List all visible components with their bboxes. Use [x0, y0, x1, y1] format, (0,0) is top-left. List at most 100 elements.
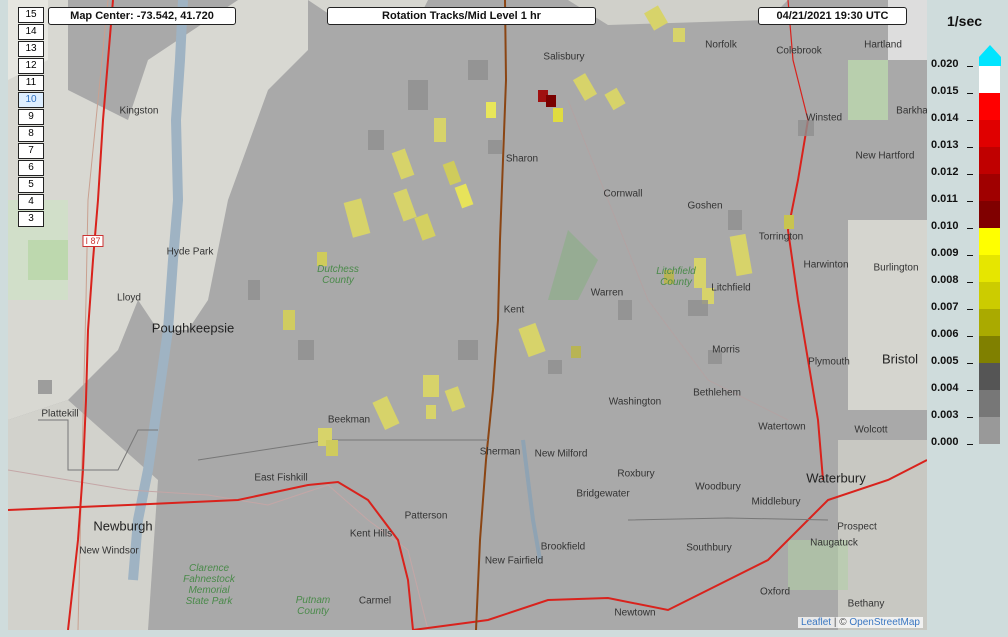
zoom-level-15[interactable]: 15: [18, 7, 44, 23]
legend-value-label: 0.015: [931, 85, 959, 97]
legend-tick: [967, 363, 973, 364]
leaflet-link[interactable]: Leaflet: [801, 617, 831, 628]
place-label: Norfolk: [705, 39, 737, 51]
legend-tick: [967, 228, 973, 229]
legend-swatch: [979, 66, 1000, 93]
zoom-level-5[interactable]: 5: [18, 177, 44, 193]
zoom-level-3[interactable]: 3: [18, 211, 44, 227]
legend-value-label: 0.003: [931, 409, 959, 421]
place-label: Burlington: [873, 262, 919, 274]
place-label: Sherman: [479, 446, 521, 458]
legend-tick: [967, 66, 973, 67]
place-label: Poughkeepsie: [151, 320, 235, 336]
place-label: Kingston: [119, 105, 159, 117]
place-label: New Fairfield: [484, 555, 544, 567]
place-label: Clarence Fahnestock Memorial State Park: [183, 563, 235, 607]
place-label: Bethlehem: [693, 387, 741, 399]
legend-swatch: [979, 309, 1000, 336]
place-label: Woodbury: [695, 481, 741, 493]
basemap: [8, 0, 927, 630]
datetime-label: 04/21/2021 19:30 UTC: [758, 7, 907, 25]
zoom-level-11[interactable]: 11: [18, 75, 44, 91]
place-label: Torrington: [758, 231, 804, 243]
place-label: Lloyd: [117, 292, 141, 304]
legend-value-label: 0.020: [931, 58, 959, 70]
legend-tick: [967, 417, 973, 418]
place-label: Middlebury: [751, 496, 801, 508]
place-label: Kent: [503, 304, 525, 316]
place-label: Warren: [590, 287, 624, 299]
legend-value-label: 0.008: [931, 274, 959, 286]
legend-tick: [967, 147, 973, 148]
map-center-label: Map Center: -73.542, 41.720: [48, 7, 236, 25]
zoom-level-10[interactable]: 10: [18, 92, 44, 108]
zoom-level-8[interactable]: 8: [18, 126, 44, 142]
legend-value-label: 0.005: [931, 355, 959, 367]
place-label: Plymouth: [808, 356, 850, 368]
place-label: Beekman: [327, 414, 371, 426]
legend-tick: [967, 174, 973, 175]
zoom-level-13[interactable]: 13: [18, 41, 44, 57]
place-label: Newtown: [614, 607, 656, 619]
legend-value-label: 0.009: [931, 247, 959, 259]
place-label: Bethany: [847, 598, 885, 610]
place-label: Colebrook: [776, 45, 822, 57]
place-label: Putnam County: [295, 595, 331, 617]
attribution: Leaflet | © OpenStreetMap: [798, 617, 923, 628]
legend-tick: [967, 201, 973, 202]
place-label: Kent Hills: [349, 528, 393, 540]
osm-link[interactable]: OpenStreetMap: [849, 617, 920, 628]
place-label: Goshen: [687, 200, 723, 212]
attribution-separator: | ©: [831, 617, 850, 628]
place-label: Barkha: [896, 105, 927, 117]
place-label: New Hartford: [855, 150, 915, 162]
legend-swatch: [979, 417, 1000, 444]
place-label: Southbury: [686, 542, 732, 554]
legend-value-label: 0.014: [931, 112, 959, 124]
place-label: Patterson: [404, 510, 448, 522]
legend-swatch: [979, 255, 1000, 282]
zoom-level-7[interactable]: 7: [18, 143, 44, 159]
place-label: Naugatuck: [810, 537, 858, 549]
legend-row: 0.000: [927, 436, 1008, 471]
place-label: Dutchess County: [317, 264, 359, 286]
legend-value-label: 0.004: [931, 382, 959, 394]
legend-tick: [967, 255, 973, 256]
legend-tick: [967, 93, 973, 94]
zoom-level-6[interactable]: 6: [18, 160, 44, 176]
place-label: Sharon: [505, 153, 539, 165]
legend-value-label: 0.000: [931, 436, 959, 448]
place-label: Morris: [712, 344, 740, 356]
zoom-level-9[interactable]: 9: [18, 109, 44, 125]
map-view[interactable]: Salisbury Norfolk Colebrook Hartland Kingsto…: [8, 0, 927, 630]
legend-swatch: [979, 228, 1000, 255]
place-label: Hyde Park: [166, 246, 214, 258]
legend-swatch: [979, 282, 1000, 309]
place-label: Watertown: [758, 421, 806, 433]
place-label: Wolcott: [854, 424, 888, 436]
legend-swatch: [979, 120, 1000, 147]
legend-value-label: 0.007: [931, 301, 959, 313]
zoom-level-12[interactable]: 12: [18, 58, 44, 74]
legend-swatch: [979, 93, 1000, 120]
zoom-level-14[interactable]: 14: [18, 24, 44, 40]
place-label: East Fishkill: [254, 472, 308, 484]
place-label: Brookfield: [540, 541, 586, 553]
legend-value-label: 0.011: [931, 193, 958, 205]
zoom-level-4[interactable]: 4: [18, 194, 44, 210]
place-label: Washington: [608, 396, 662, 408]
product-title: Rotation Tracks/Mid Level 1 hr: [327, 7, 596, 25]
legend-swatch: [979, 147, 1000, 174]
legend-tick: [967, 309, 973, 310]
legend-swatch: [979, 390, 1000, 417]
legend-swatch: [979, 201, 1000, 228]
legend-title: 1/sec: [947, 13, 983, 29]
place-label: New Milford: [534, 448, 588, 460]
legend-tick: [967, 390, 973, 391]
place-label: Bridgewater: [576, 488, 630, 500]
place-label: Litchfield County: [656, 266, 696, 288]
place-label: Cornwall: [603, 188, 643, 200]
place-label: Hartland: [864, 39, 902, 51]
place-label: Litchfield: [711, 282, 751, 294]
zoom-level-list[interactable]: 15 14 13 12 11 10 9 8 7 6 5 4 3: [18, 7, 44, 228]
